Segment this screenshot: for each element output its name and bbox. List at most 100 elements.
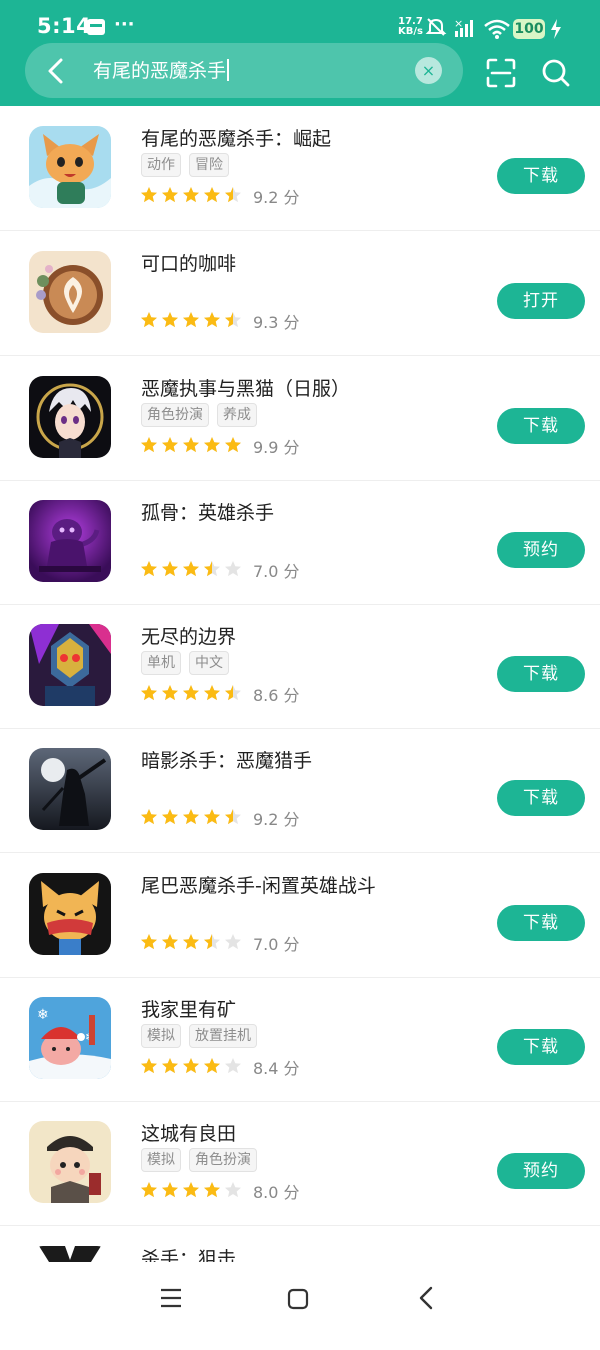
- network-speed-unit: KB/s: [398, 26, 423, 37]
- tag-list: 动作 冒险: [141, 153, 229, 177]
- star-icon: [225, 437, 241, 453]
- masked-cat-icon[interactable]: [29, 873, 111, 955]
- star-icon: [162, 934, 178, 950]
- star-icon: [183, 437, 199, 453]
- download-button[interactable]: 下载: [497, 1029, 585, 1065]
- download-button[interactable]: 下载: [497, 780, 585, 816]
- app-list-item[interactable]: ❄ ❄ 我家里有矿 模拟 放置挂机 8.4 分 下载: [0, 977, 600, 1102]
- open-button[interactable]: 打开: [497, 283, 585, 319]
- star-icon: [225, 934, 241, 950]
- star-rating: [140, 436, 242, 454]
- scholar-character-icon[interactable]: [29, 1121, 111, 1203]
- star-rating: [140, 311, 242, 329]
- menu-icon[interactable]: [160, 1288, 182, 1308]
- status-bar: 5:14 ··· 17.7 KB/s × 100: [0, 0, 600, 40]
- star-icon: [141, 561, 157, 577]
- fox-character-icon[interactable]: [29, 126, 111, 208]
- rating-score: 8.6 分: [253, 686, 300, 705]
- download-button[interactable]: 下载: [497, 408, 585, 444]
- app-name[interactable]: 孤骨：英雄杀手: [141, 498, 274, 525]
- star-icon: [162, 1058, 178, 1074]
- network-speed: 17.7 KB/s: [398, 17, 423, 37]
- app-name[interactable]: 尾巴恶魔杀手-闲置英雄战斗: [141, 871, 376, 898]
- search-bar[interactable]: [25, 43, 463, 98]
- app-name[interactable]: 恶魔执事与黑猫（日服）: [141, 374, 350, 401]
- app-name[interactable]: 无尽的边界: [141, 622, 236, 649]
- app-tag: 模拟: [141, 1148, 181, 1172]
- star-rating: [140, 808, 242, 826]
- star-icon: [204, 312, 220, 328]
- app-list-item[interactable]: 可口的咖啡 9.3 分 打开: [0, 231, 600, 356]
- search-input[interactable]: 有尾的恶魔杀手: [93, 57, 229, 85]
- back-arrow-icon[interactable]: [44, 56, 68, 86]
- star-icon: [162, 312, 178, 328]
- star-rating: [140, 933, 242, 951]
- star-icon: [204, 934, 220, 950]
- robot-warrior-icon[interactable]: [29, 624, 111, 706]
- star-icon: [225, 685, 241, 701]
- search-icon[interactable]: [541, 58, 571, 88]
- scan-icon[interactable]: [486, 58, 516, 88]
- star-icon: [162, 809, 178, 825]
- sim-card-icon: [87, 19, 105, 35]
- app-name[interactable]: 有尾的恶魔杀手：崛起: [141, 124, 331, 151]
- charging-icon: [551, 19, 561, 39]
- purple-creature-icon[interactable]: [29, 500, 111, 582]
- star-icon: [204, 561, 220, 577]
- star-icon: [162, 1182, 178, 1198]
- app-tag: 养成: [217, 403, 257, 427]
- app-list-item[interactable]: 尾巴恶魔杀手-闲置英雄战斗 7.0 分 下载: [0, 853, 600, 978]
- tag-list: 模拟 放置挂机: [141, 1024, 257, 1048]
- app-tag: 动作: [141, 153, 181, 177]
- star-rating: [140, 684, 242, 702]
- app-list-item[interactable]: 暗影杀手：恶魔猎手 9.2 分 下载: [0, 728, 600, 853]
- star-icon: [141, 934, 157, 950]
- app-list-item[interactable]: 这城有良田 模拟 角色扮演 8.0 分 预约: [0, 1101, 600, 1226]
- star-icon: [183, 561, 199, 577]
- app-list-item[interactable]: 恶魔执事与黑猫（日服） 角色扮演 养成 9.9 分 下载: [0, 356, 600, 481]
- tag-list: 模拟 角色扮演: [141, 1148, 257, 1172]
- app-name[interactable]: 暗影杀手：恶魔猎手: [141, 746, 312, 773]
- shadow-warrior-icon[interactable]: [29, 748, 111, 830]
- star-icon: [204, 809, 220, 825]
- wifi-icon: [484, 19, 510, 39]
- star-icon: [225, 1182, 241, 1198]
- app-name[interactable]: 可口的咖啡: [141, 249, 236, 276]
- reserve-button[interactable]: 预约: [497, 1153, 585, 1189]
- star-icon: [225, 809, 241, 825]
- system-back-icon[interactable]: [418, 1286, 434, 1310]
- home-icon[interactable]: [287, 1288, 309, 1310]
- app-name[interactable]: 我家里有矿: [141, 995, 236, 1022]
- star-icon: [183, 809, 199, 825]
- app-tag: 冒险: [189, 153, 229, 177]
- app-list-item[interactable]: 无尽的边界 单机 中文 8.6 分 下载: [0, 604, 600, 729]
- star-icon: [141, 685, 157, 701]
- clear-search-button[interactable]: ×: [415, 57, 442, 84]
- star-icon: [183, 1182, 199, 1198]
- app-list-item[interactable]: 有尾的恶魔杀手：崛起 动作 冒险 9.2 分 下载: [0, 106, 600, 231]
- star-icon: [183, 685, 199, 701]
- app-list-item[interactable]: 孤骨：英雄杀手 7.0 分 预约: [0, 480, 600, 605]
- star-rating: [140, 1181, 242, 1199]
- star-icon: [141, 1182, 157, 1198]
- battery-indicator: 100: [513, 19, 545, 39]
- rating-score: 9.2 分: [253, 188, 300, 207]
- star-rating: [140, 1057, 242, 1075]
- app-name[interactable]: 这城有良田: [141, 1119, 236, 1146]
- app-tag: 放置挂机: [189, 1024, 257, 1048]
- star-icon: [183, 1058, 199, 1074]
- reserve-button[interactable]: 预约: [497, 532, 585, 568]
- christmas-pig-icon[interactable]: ❄ ❄: [29, 997, 111, 1079]
- rating-score: 9.2 分: [253, 810, 300, 829]
- download-button[interactable]: 下载: [497, 905, 585, 941]
- rating-score: 8.4 分: [253, 1059, 300, 1078]
- latte-art-icon[interactable]: [29, 251, 111, 333]
- tag-list: 角色扮演 养成: [141, 403, 257, 427]
- anime-butler-icon[interactable]: [29, 376, 111, 458]
- download-button[interactable]: 下载: [497, 656, 585, 692]
- star-icon: [141, 437, 157, 453]
- star-icon: [225, 561, 241, 577]
- app-header: 5:14 ··· 17.7 KB/s × 100 有尾的恶魔杀手 ×: [0, 0, 600, 106]
- download-button[interactable]: 下载: [497, 158, 585, 194]
- star-icon: [204, 437, 220, 453]
